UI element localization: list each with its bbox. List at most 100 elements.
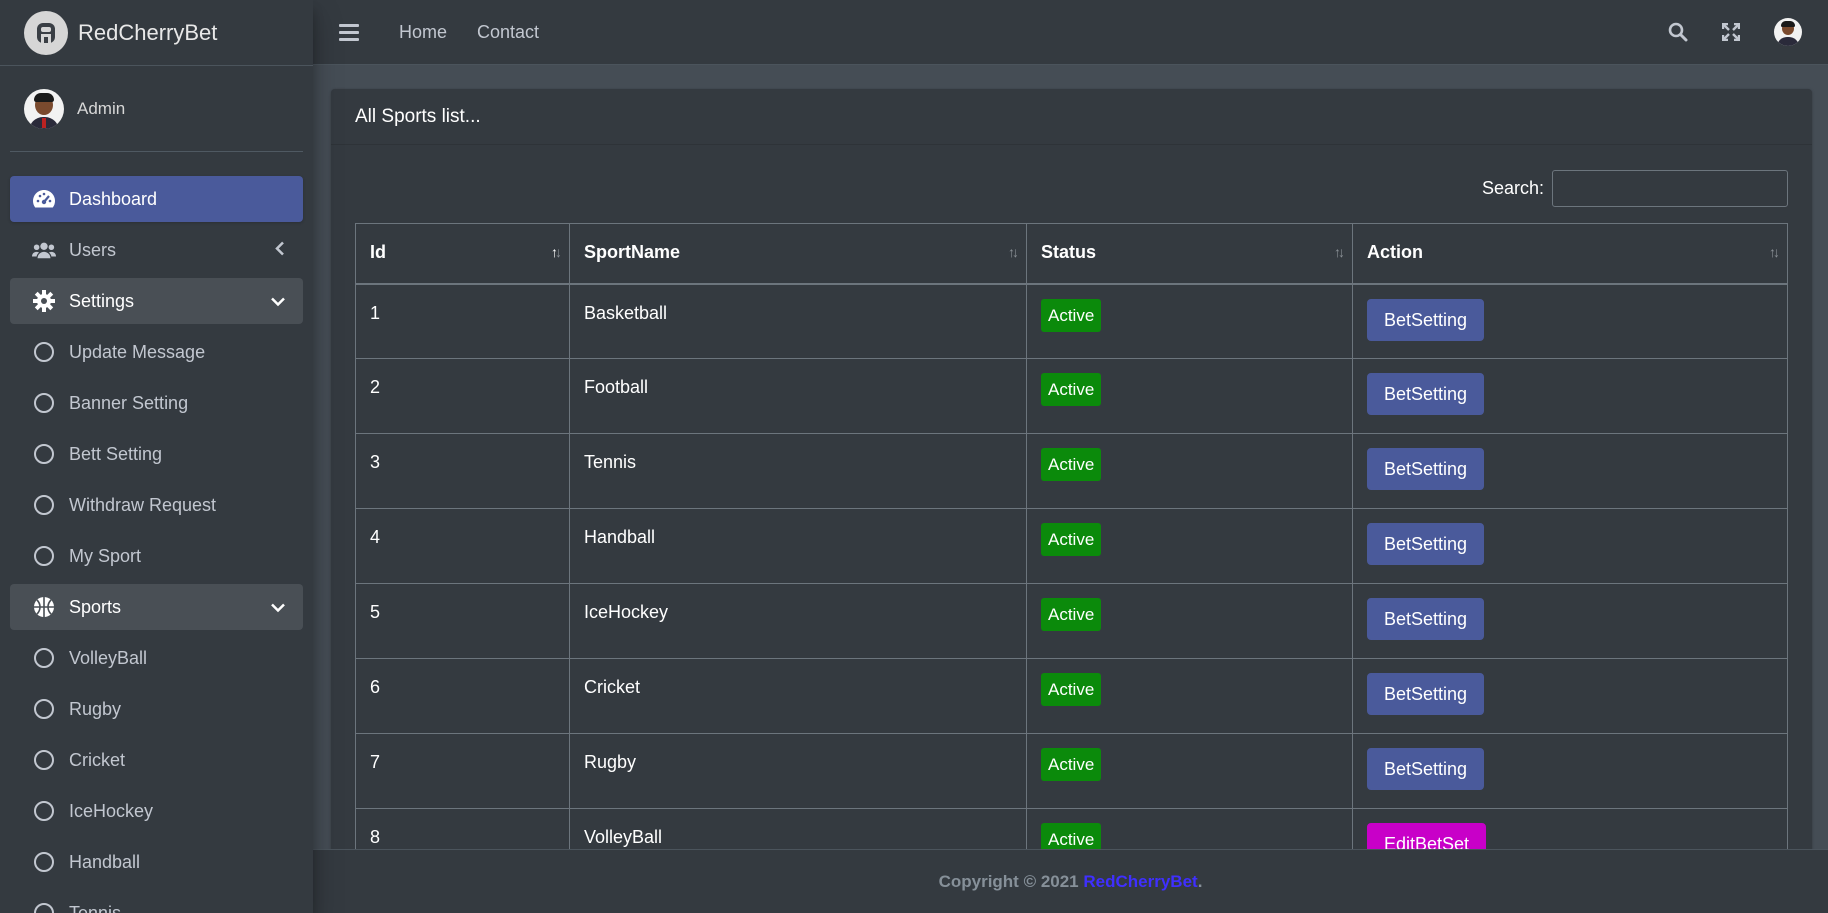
search-label: Search: [1481,177,1544,198]
sidebar-item-label: Dashboard [69,188,158,209]
bet-setting-button[interactable]: BetSetting [1367,523,1485,565]
top-navbar-right [1634,18,1802,46]
sidebar-item-withdraw-request[interactable]: Withdraw Request [10,482,303,528]
table-row: 8 VolleyBall Active EditBetSet [355,808,1788,849]
table-row: 6 Cricket Active BetSetting [355,658,1788,734]
circle-icon [32,391,56,415]
fullscreen-icon[interactable] [1722,23,1740,41]
chevron-down-icon [271,597,285,618]
sidebar-item-cricket[interactable]: Cricket [10,737,303,783]
cell-id: 5 [355,583,570,659]
status-badge: Active [1041,748,1102,781]
nav-link-contact[interactable]: Contact [477,22,539,43]
sports-table: Id ↑↓ SportName ↑↓ Status ↑↓ Action ↑↓ 1 Bas… [355,223,1788,849]
sort-icon: ↑↓ [1334,244,1345,260]
copyright-text: Copyright © 2021 [938,871,1079,891]
sidebar-item-users[interactable]: Users [10,227,303,273]
dashboard-icon [32,187,56,211]
brand-link[interactable]: RedCherryBet [0,0,313,66]
sidebar-item-banner-setting[interactable]: Banner Setting [10,380,303,426]
bet-setting-button[interactable]: BetSetting [1367,373,1485,415]
cell-action: EditBetSet [1352,808,1788,849]
users-icon [32,238,56,262]
cell-action: BetSetting [1352,283,1788,359]
hamburger-menu-icon[interactable] [339,22,359,42]
search-input[interactable] [1552,169,1788,207]
sort-icon: ↑↓ [1769,244,1780,260]
sidebar-item-label: Cricket [69,749,126,770]
bet-setting-button[interactable]: BetSetting [1367,448,1485,490]
cell-id: 7 [355,733,570,809]
nav-link-home[interactable]: Home [399,22,447,43]
sort-asc-icon: ↑↓ [551,244,562,260]
sidebar-item-dashboard[interactable]: Dashboard [10,176,303,222]
table-row: 1 Basketball Active BetSetting [355,283,1788,359]
cell-status: Active [1026,658,1353,734]
column-header-label: SportName [584,242,681,262]
card-title: All Sports list... [331,89,1812,145]
cell-action: BetSetting [1352,508,1788,584]
cell-id: 2 [355,358,570,434]
circle-icon [32,901,56,913]
user-avatar-button[interactable] [1774,18,1802,46]
sidebar-item-handball[interactable]: Handball [10,839,303,885]
bet-setting-button[interactable]: BetSetting [1367,298,1485,341]
column-header-sportname[interactable]: SportName ↑↓ [569,223,1027,285]
sidebar-item-update-message[interactable]: Update Message [10,329,303,375]
sidebar-item-tennis[interactable]: Tennis [10,890,303,913]
status-badge: Active [1041,373,1102,406]
circle-icon [32,799,56,823]
sidebar-item-label: Withdraw Request [69,494,217,515]
cell-sport-name: Rugby [569,733,1027,809]
sidebar-item-label: Sports [69,596,122,617]
brand-name: RedCherryBet [78,19,218,45]
sidebar-item-label: Update Message [69,341,206,362]
circle-icon [32,493,56,517]
column-header-id[interactable]: Id ↑↓ [355,223,570,285]
circle-icon [32,340,56,364]
cell-status: Active [1026,808,1353,849]
cell-id: 8 [355,808,570,849]
status-badge: Active [1041,673,1102,706]
sidebar-item-label: Rugby [69,698,122,719]
sidebar-item-label: Tennis [69,902,122,913]
sidebar-item-rugby[interactable]: Rugby [10,686,303,732]
card-body: Search: Id ↑↓ SportName ↑↓ Status ↑↓ Action… [331,145,1812,849]
cell-status: Active [1026,283,1353,359]
status-badge: Active [1041,598,1102,631]
search-icon[interactable] [1668,22,1688,42]
bet-setting-button[interactable]: BetSetting [1367,673,1485,715]
cell-sport-name: Tennis [569,433,1027,509]
column-header-status[interactable]: Status ↑↓ [1026,223,1353,285]
edit-bet-set-button[interactable]: EditBetSet [1367,823,1487,849]
sidebar-item-sports[interactable]: Sports [10,584,303,630]
sidebar-item-volleyball[interactable]: VolleyBall [10,635,303,681]
table-search: Search: [355,169,1788,207]
bet-setting-button[interactable]: BetSetting [1367,748,1485,790]
sidebar-item-my-sport[interactable]: My Sport [10,533,303,579]
sidebar-item-icehockey[interactable]: IceHockey [10,788,303,834]
sidebar: RedCherryBet Admin Dashboard Users Setti… [0,0,313,913]
sidebar-item-settings[interactable]: Settings [10,278,303,324]
cell-status: Active [1026,583,1353,659]
sidebar-item-bett-setting[interactable]: Bett Setting [10,431,303,477]
sidebar-item-label: Banner Setting [69,392,189,413]
cell-id: 4 [355,508,570,584]
sidebar-item-label: IceHockey [69,800,154,821]
cell-status: Active [1026,358,1353,434]
column-header-label: Status [1041,242,1097,262]
cell-sport-name: VolleyBall [569,808,1027,849]
cell-action: BetSetting [1352,658,1788,734]
sidebar-nav: Dashboard Users Settings Update Message [0,152,313,913]
cell-sport-name: Basketball [569,283,1027,359]
avatar [1774,18,1802,46]
cell-id: 6 [355,658,570,734]
bet-setting-button[interactable]: BetSetting [1367,598,1485,640]
sidebar-item-label: Handball [69,851,141,872]
brand-logo-icon [24,10,68,55]
column-header-action[interactable]: Action ↑↓ [1352,223,1788,285]
footer-brand-link[interactable]: RedCherryBet [1083,872,1197,892]
chevron-down-icon [271,291,285,312]
user-panel[interactable]: Admin [10,66,303,152]
sidebar-item-label: VolleyBall [69,647,148,668]
